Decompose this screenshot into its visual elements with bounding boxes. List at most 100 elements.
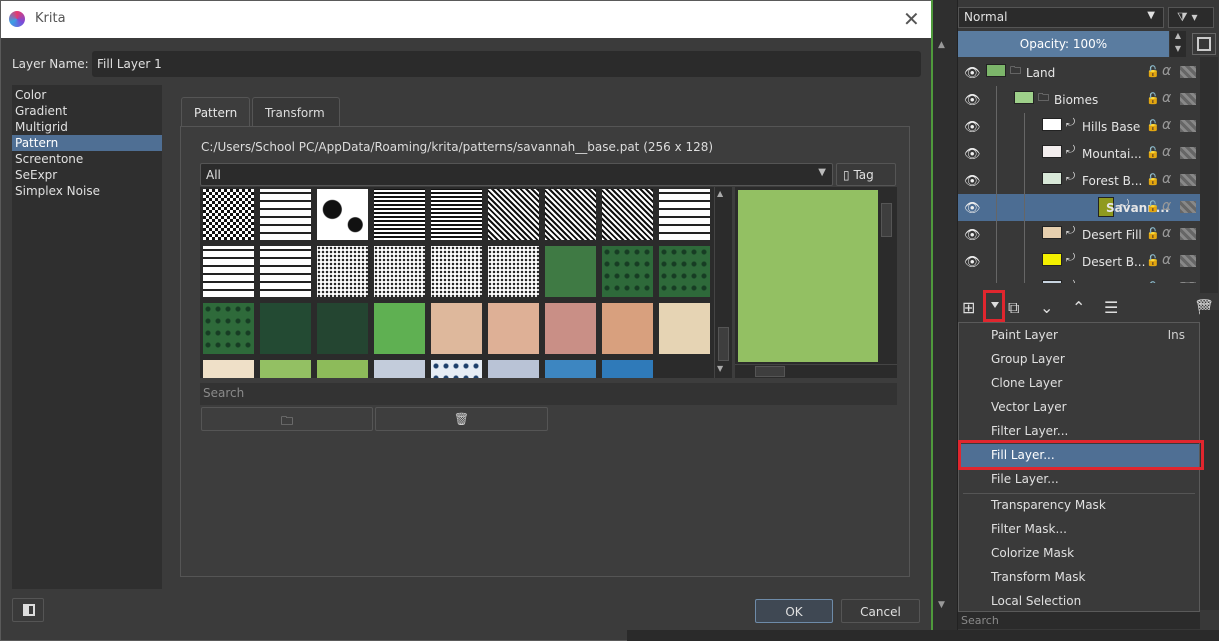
alpha-lock-icon[interactable]: α [1162, 225, 1171, 241]
inherit-alpha-icon[interactable] [1180, 66, 1196, 78]
alpha-lock-icon[interactable]: α [1162, 90, 1171, 106]
scroll-down-icon[interactable]: ▼ [938, 600, 945, 610]
dock-splitter[interactable]: ▲ ▼ [932, 0, 958, 641]
reset-button[interactable] [12, 598, 44, 622]
layer-row[interactable]: 👁 ⤾ Mountai... 🔓 α [958, 140, 1200, 167]
pattern-swatch[interactable] [259, 245, 312, 298]
import-pattern-button[interactable]: 🗀 [201, 407, 373, 431]
scroll-up-icon[interactable]: ▲ [717, 189, 729, 199]
pattern-swatch[interactable] [316, 302, 369, 355]
fill-type-item[interactable]: SeExpr [12, 167, 162, 183]
lock-icon[interactable]: 🔓 [1146, 227, 1160, 240]
pattern-swatch[interactable] [487, 245, 540, 298]
visibility-eye-icon[interactable]: 👁 [964, 93, 981, 108]
docker-search-input[interactable]: Search [958, 612, 1200, 629]
layer-row[interactable]: 👁 ⤾ Forest B... 🔓 α [958, 167, 1200, 194]
scroll-thumb[interactable] [881, 203, 892, 237]
pattern-swatch[interactable] [487, 302, 540, 355]
pattern-swatch[interactable] [658, 188, 711, 241]
menu-item[interactable]: File Layer... [959, 468, 1199, 492]
fill-type-item[interactable]: Screentone [12, 151, 162, 167]
pattern-swatch[interactable] [316, 359, 369, 378]
blending-mode-select[interactable]: Normal ▼ [958, 7, 1164, 28]
visibility-eye-icon[interactable]: 👁 [964, 228, 981, 243]
pattern-swatch[interactable] [544, 188, 597, 241]
visibility-eye-icon[interactable]: 👁 [964, 201, 981, 216]
scroll-thumb[interactable] [755, 366, 785, 377]
lock-icon[interactable]: 🔓 [1146, 281, 1160, 283]
pattern-swatch[interactable] [259, 188, 312, 241]
alpha-lock-icon[interactable]: α [1162, 252, 1171, 268]
scroll-down-icon[interactable]: ▼ [717, 364, 729, 374]
inherit-alpha-icon[interactable] [1180, 93, 1196, 105]
lock-icon[interactable]: 🔓 [1146, 254, 1160, 267]
visibility-eye-icon[interactable]: 👁 [964, 147, 981, 162]
pattern-swatch[interactable] [316, 188, 369, 241]
visibility-eye-icon[interactable]: 👁 [964, 282, 981, 283]
pattern-swatch[interactable] [202, 302, 255, 355]
alpha-lock-icon[interactable]: α [1162, 63, 1171, 79]
menu-item[interactable]: Group Layer [959, 348, 1199, 372]
layer-row[interactable]: 👁 ⤾ Snowfill 🔓α [958, 275, 1200, 283]
fill-type-item[interactable]: Color [12, 87, 162, 103]
pattern-swatch[interactable] [316, 245, 369, 298]
tag-button[interactable]: ▯ Tag [836, 163, 896, 186]
inherit-alpha-icon[interactable] [1180, 174, 1196, 186]
layer-row[interactable]: 👁 ⤾ Desert B... 🔓 α [958, 248, 1200, 275]
menu-item[interactable]: Transparency Mask [959, 494, 1199, 518]
ok-button[interactable]: OK [755, 599, 833, 623]
pattern-swatch[interactable] [202, 359, 255, 378]
add-layer-icon[interactable]: ⊞ [962, 298, 975, 317]
pattern-swatch[interactable] [259, 302, 312, 355]
pattern-swatch[interactable] [601, 302, 654, 355]
delete-pattern-button[interactable]: 🗑 [375, 407, 548, 431]
lock-icon[interactable]: 🔓 [1146, 119, 1160, 132]
docker-menu-button[interactable] [1192, 33, 1216, 55]
pattern-swatch[interactable] [601, 359, 654, 378]
close-icon[interactable]: ✕ [903, 7, 920, 31]
alpha-lock-icon[interactable]: α [1162, 279, 1171, 283]
visibility-eye-icon[interactable]: 👁 [964, 120, 981, 135]
opacity-slider[interactable]: Opacity: 100% [958, 31, 1169, 57]
visibility-eye-icon[interactable]: 👁 [964, 174, 981, 189]
pattern-grid-scrollbar[interactable]: ▲ ▼ [714, 187, 732, 378]
layer-name-input[interactable]: Fill Layer 1 [92, 51, 921, 77]
fill-type-list[interactable]: Color Gradient Multigrid Pattern Screentone S… [12, 85, 162, 589]
lock-icon[interactable]: 🔓 [1146, 173, 1160, 186]
scroll-thumb[interactable] [718, 327, 729, 361]
visibility-eye-icon[interactable]: 👁 [964, 66, 981, 81]
menu-item[interactable]: Local Selection [959, 590, 1199, 614]
tab-pattern[interactable]: Pattern [181, 97, 250, 127]
pattern-swatch[interactable] [373, 302, 426, 355]
menu-item[interactable]: Transform Mask [959, 566, 1199, 590]
visibility-eye-icon[interactable]: 👁 [964, 255, 981, 270]
inherit-alpha-icon[interactable] [1180, 201, 1196, 213]
fill-type-item[interactable]: Multigrid [12, 119, 162, 135]
pattern-swatch[interactable] [544, 302, 597, 355]
pattern-swatch[interactable] [544, 245, 597, 298]
fill-type-item[interactable]: Gradient [12, 103, 162, 119]
layer-list-scrollbar[interactable] [1200, 57, 1218, 293]
menu-item[interactable]: Colorize Mask [959, 542, 1199, 566]
inherit-alpha-icon[interactable] [1180, 228, 1196, 240]
fill-type-item[interactable]: Pattern [12, 135, 162, 151]
pattern-swatch[interactable] [487, 359, 540, 378]
alpha-lock-icon[interactable]: α [1162, 171, 1171, 187]
lock-icon[interactable]: 🔓 [1146, 92, 1160, 105]
pattern-swatch[interactable] [259, 359, 312, 378]
scroll-up-icon[interactable]: ▲ [938, 40, 945, 50]
pattern-swatch[interactable] [601, 245, 654, 298]
tag-filter-select[interactable]: All ▼ [200, 163, 833, 186]
lock-icon[interactable]: 🔓 [1146, 65, 1160, 78]
move-layer-down-icon[interactable]: ⌄ [1040, 298, 1053, 317]
pattern-swatch[interactable] [544, 359, 597, 378]
pattern-swatch[interactable] [202, 188, 255, 241]
pattern-swatch[interactable] [202, 245, 255, 298]
pattern-swatch[interactable] [430, 245, 483, 298]
pattern-swatch[interactable] [430, 188, 483, 241]
fill-type-item[interactable]: Simplex Noise [12, 183, 162, 199]
inherit-alpha-icon[interactable] [1180, 147, 1196, 159]
cancel-button[interactable]: Cancel [841, 599, 920, 623]
layer-row[interactable]: 👁 ⤾ Hills Base 🔓 α [958, 113, 1200, 140]
pattern-swatch[interactable] [430, 302, 483, 355]
